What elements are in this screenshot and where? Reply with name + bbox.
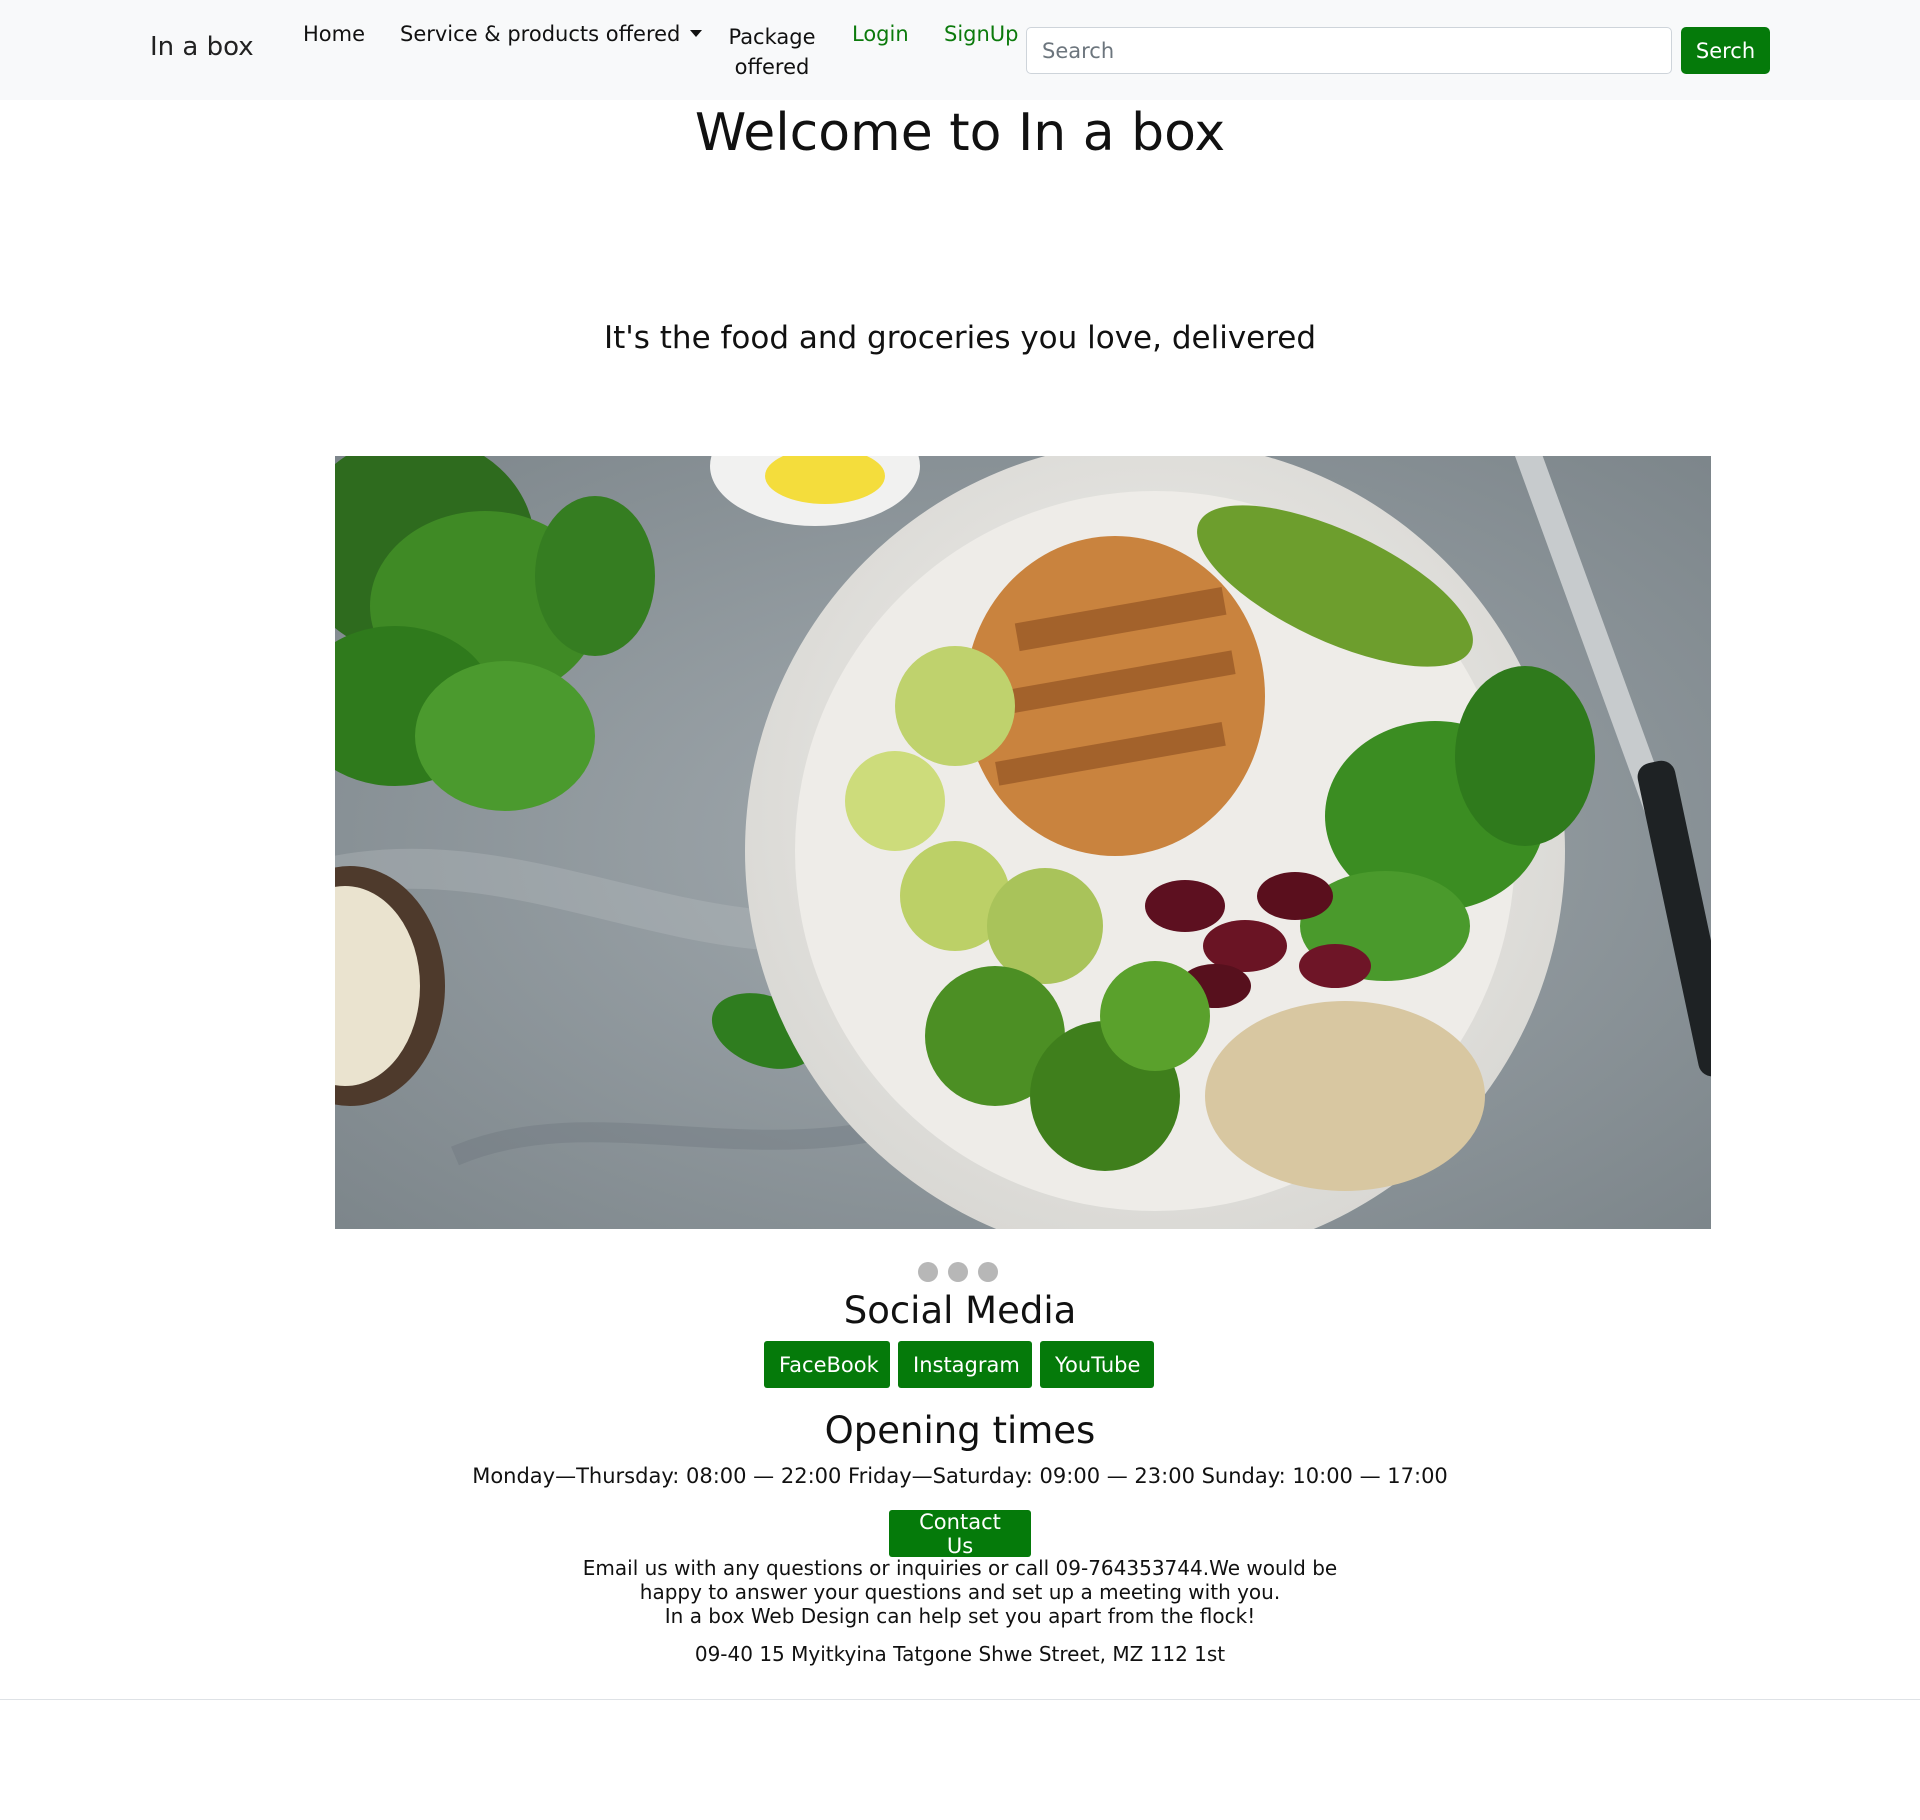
nav-login-link[interactable]: Login (852, 22, 909, 46)
carousel-dot-3[interactable] (978, 1262, 998, 1282)
carousel-indicators (918, 1262, 998, 1282)
salad-bowl-illustration (335, 456, 1711, 1229)
nav-package-link[interactable]: Package offered (726, 22, 818, 82)
nav-service-dropdown[interactable]: Service & products offered (400, 22, 703, 46)
address-text: 09-40 15 Myitkyina Tatgone Shwe Street, … (694, 1642, 1226, 1666)
facebook-button[interactable]: FaceBook (764, 1341, 890, 1388)
social-buttons: FaceBook Instagram YouTube (764, 1341, 1154, 1388)
contact-us-button[interactable]: Contact Us (889, 1510, 1031, 1558)
instagram-button[interactable]: Instagram (898, 1341, 1032, 1388)
brand-link[interactable]: In a box (150, 32, 254, 62)
carousel-dot-2[interactable] (948, 1262, 968, 1282)
nav-signup-link[interactable]: SignUp (944, 22, 1019, 46)
page-title: Welcome to In a box (694, 103, 1226, 163)
navbar: In a box Home Service & products offered… (0, 0, 1920, 100)
opening-times-heading: Opening times (824, 1409, 1096, 1452)
contact-line-1: Email us with any questions or inquiries… (582, 1556, 1338, 1604)
nav-service-label: Service & products offered (400, 22, 681, 46)
contact-line-2: In a box Web Design can help set you apa… (664, 1604, 1256, 1628)
tagline: It's the food and groceries you love, de… (603, 320, 1317, 356)
contact-description: Email us with any questions or inquiries… (560, 1556, 1360, 1628)
hero-food-image (335, 456, 1711, 1229)
search-button[interactable]: Serch (1681, 27, 1770, 74)
youtube-button[interactable]: YouTube (1040, 1341, 1154, 1388)
footer-divider (0, 1699, 1920, 1700)
carousel-dot-1[interactable] (918, 1262, 938, 1282)
nav-home-link[interactable]: Home (303, 22, 365, 46)
chevron-down-icon (690, 29, 703, 37)
social-media-heading: Social Media (843, 1289, 1077, 1332)
opening-times-text: Monday—Thursday: 08:00 — 22:00 Friday—Sa… (472, 1464, 1448, 1488)
search-input[interactable] (1026, 27, 1672, 74)
